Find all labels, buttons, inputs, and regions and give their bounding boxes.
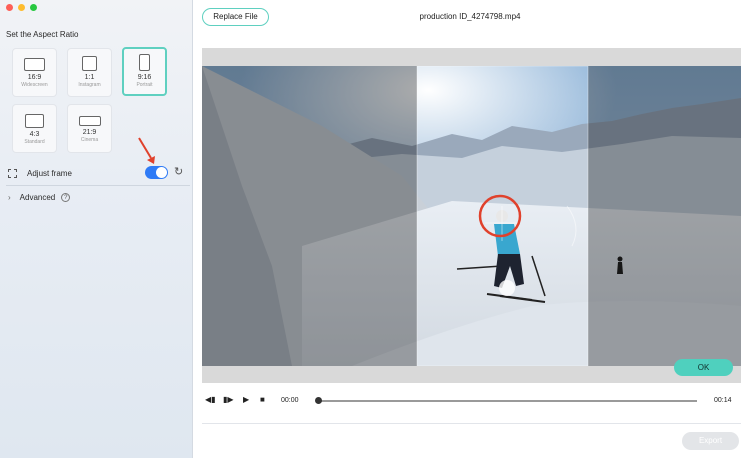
sidebar: Set the Aspect Ratio 16:9 Widescreen 1:1… <box>0 0 193 458</box>
ratio-sublabel: Cinema <box>80 137 99 143</box>
main-divider <box>202 423 741 424</box>
crop-dim-left <box>202 66 417 366</box>
step-forward-icon[interactable]: ▮▶ <box>223 395 234 405</box>
adjust-frame-label: Adjust frame <box>27 168 72 178</box>
ratio-sublabel: Widescreen <box>21 82 48 88</box>
sidebar-divider <box>6 185 190 186</box>
toggle-knob <box>156 167 167 178</box>
reset-icon[interactable]: ↻ <box>174 167 183 178</box>
ratio-label: 1:1 <box>84 74 95 81</box>
ratio-label: 16:9 <box>27 74 42 81</box>
ratio-option-4-3[interactable]: 4:3 Standard <box>12 104 57 153</box>
adjust-frame-toggle[interactable] <box>145 166 168 179</box>
replace-file-button[interactable]: Replace File <box>202 8 269 26</box>
ratio-sublabel: Standard <box>24 139 45 145</box>
ratio-label: 21:9 <box>82 129 97 136</box>
play-icon[interactable]: ▶ <box>243 395 249 405</box>
ratio-label: 4:3 <box>29 131 40 138</box>
portrait-ratio-icon <box>139 54 150 71</box>
advanced-label: Advanced <box>19 193 56 202</box>
ratio-sublabel: Instagram <box>78 82 101 88</box>
timeline-track[interactable] <box>317 400 697 402</box>
video-preview: OK <box>202 48 741 383</box>
widescreen-ratio-icon <box>24 58 45 71</box>
zoom-window-button[interactable] <box>30 4 37 11</box>
video-frame-image <box>202 66 741 366</box>
export-button[interactable]: Export <box>682 432 739 450</box>
ratio-option-16-9[interactable]: 16:9 Widescreen <box>12 48 57 97</box>
standard-ratio-icon <box>25 114 44 128</box>
step-backward-icon[interactable]: ◀▮ <box>205 395 216 405</box>
current-time: 00:00 <box>281 397 299 404</box>
crop-dim-right <box>588 66 741 366</box>
file-name-title: production ID_4274798.mp4 <box>419 12 521 21</box>
window-controls <box>6 4 37 11</box>
duration-time: 00:14 <box>714 397 732 404</box>
ratio-option-21-9[interactable]: 21:9 Cinema <box>67 104 112 153</box>
annotation-arrow-icon <box>138 137 155 164</box>
chevron-right-icon: › <box>8 193 11 202</box>
ratio-option-1-1[interactable]: 1:1 Instagram <box>67 48 112 97</box>
adjust-frame-row: Adjust frame ↻ <box>8 166 188 180</box>
help-icon[interactable]: ? <box>61 193 71 202</box>
ratio-sublabel: Portrait <box>136 82 153 88</box>
ok-button[interactable]: OK <box>674 359 733 376</box>
minimize-window-button[interactable] <box>18 4 25 11</box>
stop-icon[interactable]: ■ <box>260 395 265 405</box>
timeline-playhead[interactable] <box>315 397 322 404</box>
close-window-button[interactable] <box>6 4 13 11</box>
square-ratio-icon <box>82 56 97 71</box>
cinema-ratio-icon <box>78 116 101 126</box>
ratio-label: 9:16 <box>137 74 152 81</box>
ratio-option-9-16[interactable]: 9:16 Portrait <box>122 47 167 96</box>
playback-controls: ◀▮ ▮▶ ▶ ■ 00:00 00:14 <box>202 392 741 410</box>
aspect-ratio-title: Set the Aspect Ratio <box>6 30 79 39</box>
advanced-section-toggle[interactable]: › Advanced ? <box>8 193 71 202</box>
crop-frame-icon <box>8 168 17 178</box>
